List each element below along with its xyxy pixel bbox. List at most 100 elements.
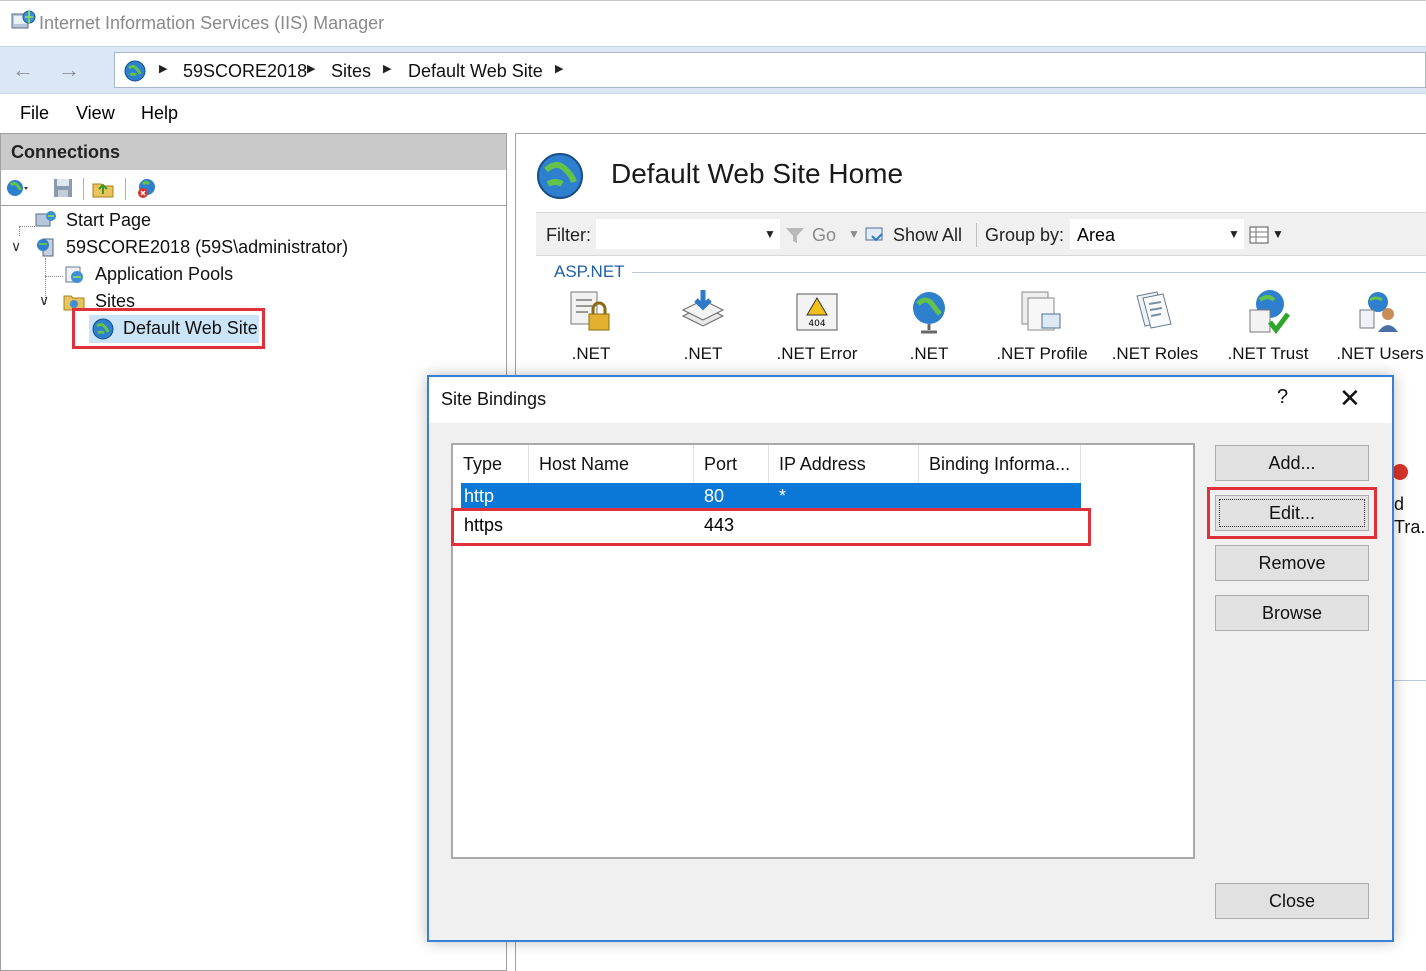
- breadcrumb-site[interactable]: Default Web Site: [408, 61, 543, 82]
- site-bindings-dialog: Site Bindings ? ✕ Type Host Name Port IP…: [427, 375, 1394, 942]
- show-all-button[interactable]: Show All: [893, 225, 962, 246]
- column-header-label: Type: [463, 454, 503, 474]
- menu-file[interactable]: File: [20, 103, 49, 124]
- tree-label: Application Pools: [95, 264, 234, 284]
- bindings-list[interactable]: Type Host Name Port IP Address Binding I…: [451, 443, 1195, 859]
- filter-bar: Filter: ▼ Go ▼ Show All Group by: Area ▼…: [536, 212, 1426, 256]
- window-title: Internet Information Services (IIS) Mana…: [39, 13, 385, 33]
- menu-help[interactable]: Help: [141, 103, 178, 124]
- feature-net-authorization[interactable]: .NET: [535, 288, 647, 363]
- cell-type: http: [464, 486, 495, 506]
- error-404-icon: 404: [796, 293, 838, 331]
- section-divider: [632, 272, 1426, 273]
- feature-net-roles[interactable]: .NET Roles: [1099, 288, 1211, 363]
- globe-icon: [124, 60, 146, 82]
- tree-node-application-pools[interactable]: Application Pools: [63, 262, 253, 288]
- feature-label: .NET Roles: [1111, 344, 1199, 363]
- feature-net-users[interactable]: .NET Users: [1324, 288, 1426, 363]
- up-folder-icon[interactable]: [91, 176, 115, 200]
- filter-dropdown-arrow-icon[interactable]: ▼: [764, 227, 776, 241]
- highlight-box: [1207, 487, 1377, 539]
- feature-label: .NET Error: [776, 344, 858, 363]
- address-bar: ← → ▶ 59SCORE2018 ▶ Sites ▶ Default Web …: [0, 46, 1426, 94]
- filter-divider: [976, 223, 977, 247]
- close-icon[interactable]: ✕: [1339, 383, 1361, 414]
- table-row[interactable]: http 80 *: [461, 483, 1081, 511]
- feature-label: .NET: [683, 344, 723, 363]
- feature-label: .NET Profile: [996, 344, 1088, 363]
- tree-node-server[interactable]: 59SCORE2018 (59S\administrator): [35, 235, 349, 261]
- feature-label: .NET Users: [1336, 344, 1424, 363]
- breadcrumb-server[interactable]: 59SCORE2018: [183, 61, 307, 82]
- go-button[interactable]: Go: [812, 225, 836, 246]
- filter-input[interactable]: [596, 219, 780, 249]
- tree-label: 59SCORE2018 (59S\administrator): [66, 237, 349, 257]
- add-button[interactable]: Add...: [1215, 445, 1369, 481]
- feature-label: .NET: [909, 344, 949, 363]
- section-title-aspnet: ASP.NET: [554, 262, 625, 281]
- error-status-icon: [1392, 464, 1408, 480]
- connect-globe-icon[interactable]: [5, 176, 29, 200]
- disconnect-icon[interactable]: [135, 176, 159, 200]
- funnel-icon[interactable]: [784, 224, 806, 246]
- show-all-icon[interactable]: [864, 224, 886, 246]
- menu-view[interactable]: View: [76, 103, 115, 124]
- view-dropdown-arrow-icon[interactable]: ▼: [1272, 227, 1284, 241]
- feature-net-profile[interactable]: .NET Profile: [986, 288, 1098, 363]
- remove-button[interactable]: Remove: [1215, 545, 1369, 581]
- breadcrumb-separator-icon[interactable]: ▶: [307, 62, 315, 75]
- feature-net-globalization[interactable]: .NET: [873, 288, 985, 363]
- section-divider: [1392, 680, 1426, 681]
- group-by-select[interactable]: Area: [1070, 219, 1244, 249]
- back-arrow-icon[interactable]: ←: [6, 59, 40, 83]
- column-header-port[interactable]: Port: [694, 445, 769, 483]
- svg-text:404: 404: [808, 319, 825, 329]
- window-titlebar: Internet Information Services (IIS) Mana…: [0, 0, 1426, 46]
- group-by-label: Group by:: [985, 225, 1065, 245]
- column-header-binding-information[interactable]: Binding Informa...: [919, 445, 1081, 483]
- breadcrumb-separator-icon[interactable]: ▶: [159, 62, 167, 75]
- column-header-type[interactable]: Type: [453, 445, 529, 483]
- tree-connector: [19, 226, 35, 227]
- help-icon[interactable]: ?: [1277, 386, 1288, 409]
- breadcrumb-sites[interactable]: Sites: [331, 61, 371, 82]
- expand-chevron-icon[interactable]: ∨: [11, 238, 21, 255]
- toolbar-divider: [125, 178, 126, 200]
- breadcrumb-separator-icon[interactable]: ▶: [555, 62, 563, 75]
- dialog-titlebar: Site Bindings ? ✕: [429, 377, 1392, 423]
- column-header-label: Binding Informa...: [929, 454, 1071, 474]
- browse-button[interactable]: Browse: [1215, 595, 1369, 631]
- dialog-title: Site Bindings: [441, 389, 547, 409]
- trust-globe-check-icon: [1249, 290, 1290, 335]
- toolbar-divider: [83, 178, 84, 200]
- lock-document-icon: [570, 291, 610, 331]
- go-dropdown-arrow-icon[interactable]: ▼: [848, 227, 860, 241]
- column-header-ip-address[interactable]: IP Address: [769, 445, 919, 483]
- connections-header: Connections: [1, 134, 506, 170]
- page-title: Default Web Site Home: [611, 158, 904, 189]
- feature-net-compilation[interactable]: .NET: [647, 288, 759, 363]
- column-header-host-name[interactable]: Host Name: [529, 445, 694, 483]
- profile-documents-icon: [1021, 291, 1061, 331]
- feature-net-error-pages[interactable]: 404 .NET Error: [761, 288, 873, 363]
- tree-node-start-page[interactable]: Start Page: [35, 208, 175, 234]
- close-button[interactable]: Close: [1215, 883, 1369, 919]
- forward-arrow-icon[interactable]: →: [52, 59, 86, 83]
- users-icon: [1359, 292, 1398, 332]
- breadcrumb-separator-icon[interactable]: ▶: [383, 62, 391, 75]
- connections-toolbar: [1, 170, 506, 206]
- view-mode-icon[interactable]: [1248, 224, 1270, 246]
- filter-label: Filter:: [546, 225, 591, 245]
- highlight-box: [72, 308, 265, 349]
- breadcrumb[interactable]: ▶ 59SCORE2018 ▶ Sites ▶ Default Web Site…: [114, 52, 1426, 88]
- column-header-label: Port: [704, 454, 738, 474]
- tree-connector: [19, 226, 20, 236]
- feature-label: .NET: [571, 344, 611, 363]
- group-by-dropdown-arrow-icon[interactable]: ▼: [1228, 227, 1240, 241]
- save-icon[interactable]: [51, 176, 75, 200]
- feature-label: .NET Trust: [1227, 344, 1309, 363]
- iis-app-icon: [11, 10, 36, 29]
- feature-net-trust-levels[interactable]: .NET Trust: [1212, 288, 1324, 363]
- expand-chevron-icon[interactable]: ∨: [39, 292, 49, 309]
- application-pools-icon: [65, 266, 83, 283]
